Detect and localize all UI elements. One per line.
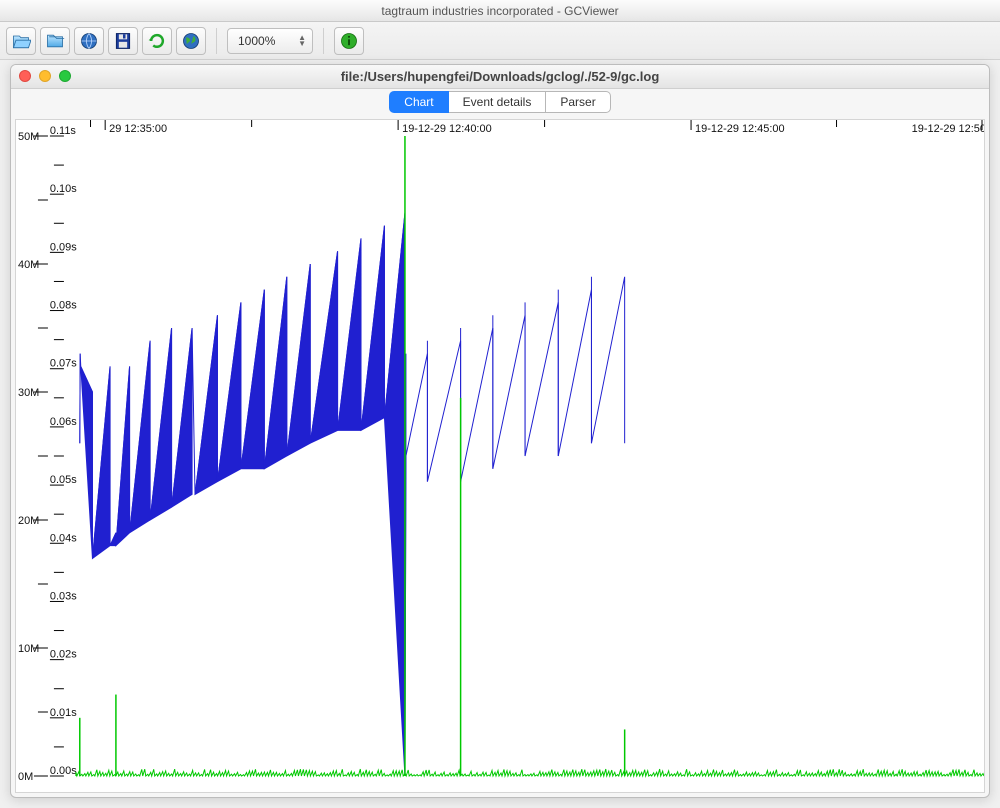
svg-text:29 12:35:00: 29 12:35:00: [109, 123, 167, 135]
chart-area[interactable]: 0M 10M 20M 30M 40M 50M 0.00s 0.01s 0.02s 0.03s 0.0…: [15, 119, 985, 793]
about-icon: [339, 31, 359, 51]
toolbar-separator: [216, 28, 217, 54]
stepper-icon: ▲▼: [298, 35, 306, 47]
save-icon: [113, 31, 133, 51]
close-window-button[interactable]: [19, 70, 31, 82]
toolbar-separator: [323, 28, 324, 54]
zoom-window-button[interactable]: [59, 70, 71, 82]
open-url-icon: [79, 31, 99, 51]
svg-text:19-12-29 12:50: 19-12-29 12:50: [912, 123, 984, 135]
world-icon: [181, 31, 201, 51]
toolbar: 1000% ▲▼: [0, 22, 1000, 60]
tab-parser[interactable]: Parser: [546, 91, 610, 113]
zoom-value: 1000%: [238, 34, 275, 48]
svg-text:0.09s: 0.09s: [50, 241, 77, 253]
svg-text:0.08s: 0.08s: [50, 300, 77, 312]
svg-text:0.03s: 0.03s: [50, 590, 77, 602]
svg-text:20M: 20M: [18, 515, 39, 527]
app-titlebar: tagtraum industries incorporated - GCVie…: [0, 0, 1000, 22]
svg-text:50M: 50M: [18, 131, 39, 143]
watch-button[interactable]: [176, 27, 206, 55]
window-controls: [19, 70, 71, 82]
about-button[interactable]: [334, 27, 364, 55]
refresh-button[interactable]: [142, 27, 172, 55]
open-file-icon: [11, 31, 31, 51]
open-file-button[interactable]: [6, 27, 36, 55]
view-tabs: Chart Event details Parser: [11, 89, 989, 113]
document-window: file:/Users/hupengfei/Downloads/gclog/./…: [10, 64, 990, 798]
svg-text:40M: 40M: [18, 259, 39, 271]
refresh-icon: [147, 31, 167, 51]
svg-text:0.01s: 0.01s: [50, 707, 77, 719]
tab-chart[interactable]: Chart: [389, 91, 448, 113]
tab-event-details[interactable]: Event details: [449, 91, 547, 113]
svg-text:0.07s: 0.07s: [50, 358, 77, 370]
app-title: tagtraum industries incorporated - GCVie…: [381, 4, 618, 18]
svg-text:0.11s: 0.11s: [50, 125, 77, 137]
svg-text:0.05s: 0.05s: [50, 474, 77, 486]
export-button[interactable]: [108, 27, 138, 55]
svg-text:0.02s: 0.02s: [50, 649, 77, 661]
open-recent-button[interactable]: [40, 27, 70, 55]
svg-text:0.00s: 0.00s: [50, 765, 77, 777]
svg-text:0.04s: 0.04s: [50, 532, 77, 544]
minimize-window-button[interactable]: [39, 70, 51, 82]
document-title: file:/Users/hupengfei/Downloads/gclog/./…: [341, 69, 660, 84]
svg-text:19-12-29 12:40:00: 19-12-29 12:40:00: [402, 123, 492, 135]
svg-text:30M: 30M: [18, 387, 39, 399]
open-url-button[interactable]: [74, 27, 104, 55]
svg-text:19-12-29 12:45:00: 19-12-29 12:45:00: [695, 123, 785, 135]
svg-text:0.06s: 0.06s: [50, 416, 77, 428]
open-recent-icon: [45, 31, 65, 51]
svg-text:0M: 0M: [18, 771, 33, 783]
svg-text:10M: 10M: [18, 643, 39, 655]
svg-text:0.10s: 0.10s: [50, 183, 77, 195]
gc-chart[interactable]: 0M 10M 20M 30M 40M 50M 0.00s 0.01s 0.02s 0.03s 0.0…: [16, 120, 984, 792]
document-titlebar[interactable]: file:/Users/hupengfei/Downloads/gclog/./…: [11, 65, 989, 89]
zoom-select[interactable]: 1000% ▲▼: [227, 28, 313, 54]
